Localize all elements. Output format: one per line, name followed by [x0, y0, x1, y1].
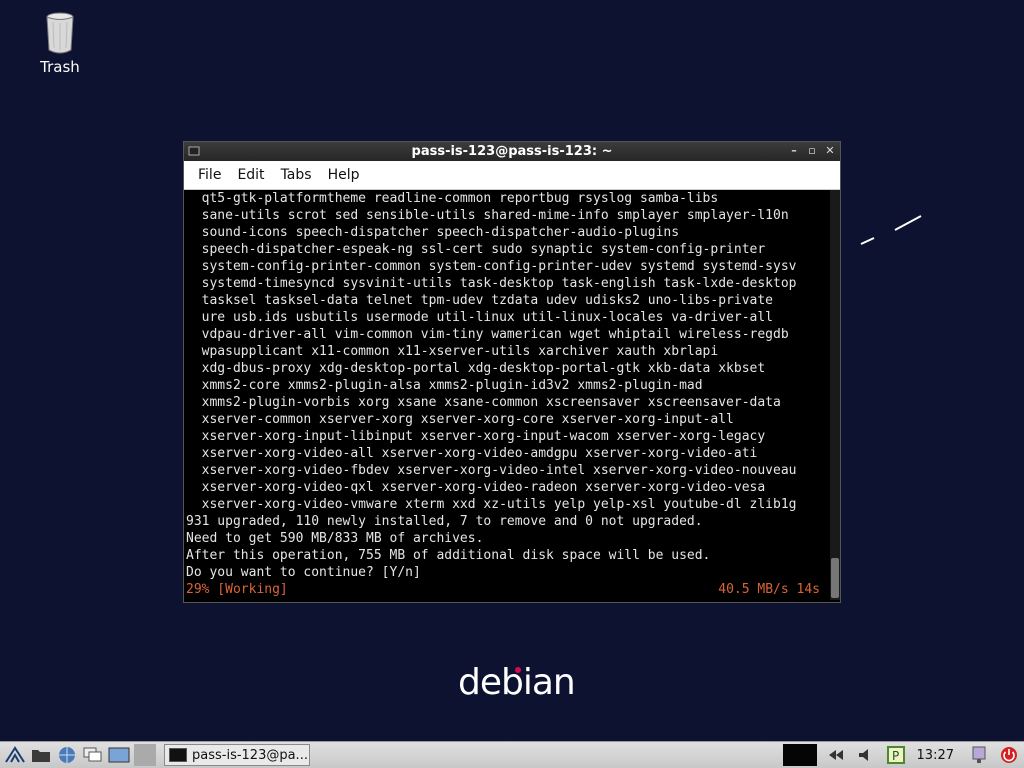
trash-icon [46, 12, 74, 54]
terminal-line: speech-dispatcher-espeak-ng ssl-cert sud… [186, 242, 766, 257]
parcellite-icon[interactable]: P [885, 745, 907, 765]
progress-percent: 29% [Working] [186, 582, 288, 597]
close-icon[interactable]: ✕ [823, 144, 837, 158]
window-titlebar[interactable]: pass-is-123@pass-is-123: ~ – ▫ ✕ [184, 142, 840, 161]
terminal-line: sound-icons speech-dispatcher speech-dis… [186, 225, 680, 240]
terminal-window[interactable]: pass-is-123@pass-is-123: ~ – ▫ ✕ File Ed… [183, 141, 841, 603]
terminal-line: Need to get 590 MB/833 MB of archives. [186, 531, 484, 546]
terminal-line: sane-utils scrot sed sensible-utils shar… [186, 208, 789, 223]
menu-file[interactable]: File [190, 167, 229, 183]
terminal-line: Do you want to continue? [Y/n] [186, 565, 421, 580]
network-icon[interactable] [825, 745, 847, 765]
terminal-line: xmms2-core xmms2-plugin-alsa xmms2-plugi… [186, 378, 703, 393]
volume-icon[interactable] [855, 745, 877, 765]
taskbar-terminal-task[interactable]: pass-is-123@pa... [164, 744, 310, 766]
terminal-text: qt5-gtk-platformtheme readline-common re… [186, 190, 824, 598]
maximize-icon[interactable]: ▫ [805, 144, 819, 158]
menu-help[interactable]: Help [320, 167, 368, 183]
terminal-line: xserver-common xserver-xorg xserver-xorg… [186, 412, 734, 427]
decorative-swoosh [860, 215, 922, 245]
screen-icon[interactable] [968, 745, 990, 765]
menu-edit[interactable]: Edit [229, 167, 272, 183]
terminal-line: systemd-timesyncd sysvinit-utils task-de… [186, 276, 797, 291]
taskbar-spacer [134, 744, 156, 766]
scrollbar-thumb[interactable] [831, 558, 839, 598]
taskbar: pass-is-123@pa... P 13:27 [0, 741, 1024, 768]
trash-label: Trash [40, 58, 80, 76]
system-tray: P 13:27 [782, 744, 1020, 766]
terminal-line: xserver-xorg-video-fbdev xserver-xorg-vi… [186, 463, 797, 478]
terminal-line: ure usb.ids usbutils usermode util-linux… [186, 310, 773, 325]
scrollbar[interactable] [830, 190, 840, 600]
terminal-line: qt5-gtk-platformtheme readline-common re… [186, 191, 719, 206]
download-speed: 40.5 MB/s 14s [718, 582, 820, 597]
debian-logo-dot [515, 667, 521, 673]
menu-tabs[interactable]: Tabs [273, 167, 320, 183]
terminal-line: xserver-xorg-video-qxl xserver-xorg-vide… [186, 480, 766, 495]
terminal-line: xdg-dbus-proxy xdg-desktop-portal xdg-de… [186, 361, 766, 376]
menu-icon[interactable] [4, 745, 26, 765]
browser-icon[interactable] [56, 745, 78, 765]
window-menu-icon[interactable] [188, 145, 200, 157]
trash-desktop-icon[interactable]: Trash [30, 12, 90, 76]
desktop-icon[interactable] [108, 745, 130, 765]
terminal-line: tasksel tasksel-data telnet tpm-udev tzd… [186, 293, 773, 308]
terminal-line: After this operation, 755 MB of addition… [186, 548, 711, 563]
terminal-line: 931 upgraded, 110 newly installed, 7 to … [186, 514, 703, 529]
terminal-line: xserver-xorg-video-vmware xterm xxd xz-u… [186, 497, 797, 512]
cpu-monitor[interactable] [782, 744, 817, 766]
power-icon[interactable] [998, 745, 1020, 765]
menu-bar: File Edit Tabs Help [184, 161, 840, 190]
terminal-line: xmms2-plugin-vorbis xorg xsane xsane-com… [186, 395, 781, 410]
clock[interactable]: 13:27 [911, 748, 960, 763]
terminal-output[interactable]: qt5-gtk-platformtheme readline-common re… [184, 190, 840, 600]
progress-status-line: 29% [Working] 40.5 MB/s 14s [186, 581, 824, 598]
svg-text:P: P [892, 749, 899, 763]
terminal-icon [169, 748, 187, 762]
terminal-line: system-config-printer-common system-conf… [186, 259, 797, 274]
terminal-line: xserver-xorg-input-libinput xserver-xorg… [186, 429, 766, 444]
terminal-line: vdpau-driver-all vim-common vim-tiny wam… [186, 327, 789, 342]
window-title: pass-is-123@pass-is-123: ~ [411, 144, 613, 159]
file-manager-icon[interactable] [30, 745, 52, 765]
debian-logo: debian [458, 662, 576, 703]
taskbar-task-label: pass-is-123@pa... [192, 747, 308, 763]
terminal-line: xserver-xorg-video-all xserver-xorg-vide… [186, 446, 758, 461]
windows-icon[interactable] [82, 745, 104, 765]
minimize-icon[interactable]: – [787, 144, 801, 158]
terminal-line: wpasupplicant x11-common x11-xserver-uti… [186, 344, 719, 359]
